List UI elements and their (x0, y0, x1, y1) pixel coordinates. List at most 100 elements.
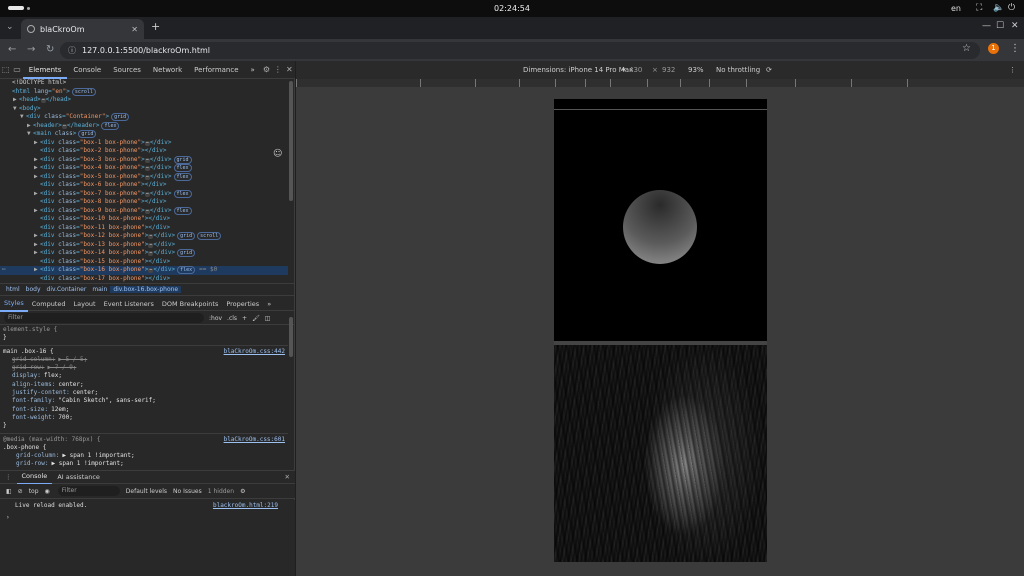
dom-node[interactable]: ▶ <div class="box-3 box-phone">⋯</div> gri… (0, 155, 288, 165)
tab-computed[interactable]: Computed (28, 297, 70, 311)
css-declaration[interactable]: justify-content: center; (0, 389, 288, 397)
drawer-tab-console[interactable]: Console (16, 469, 53, 485)
rule-source-link[interactable]: blaCkroOm.css:601 (224, 436, 285, 444)
close-drawer-icon[interactable]: ✕ (280, 470, 295, 484)
tab-elements[interactable]: Elements (22, 61, 68, 79)
layout-badge[interactable]: grid (177, 249, 196, 257)
css-declaration[interactable]: font-family: "Cabin Sketch", sans-serif; (0, 397, 288, 405)
hov-toggle[interactable]: :hov (209, 315, 222, 322)
dom-node[interactable]: ▶ <div class="box-4 box-phone">⋯</div> fle… (0, 164, 288, 173)
css-property[interactable]: grid-row: (16, 460, 49, 467)
dom-node[interactable]: ▶ <div class="box-13 box-phone">⋯</div> (0, 241, 288, 250)
css-declaration[interactable]: grid-row: ▶ span 1 !important; (0, 460, 288, 468)
reload-icon[interactable]: ↻ (46, 44, 54, 55)
url-text[interactable]: 127.0.0.1:5500/blackroOm.html (82, 46, 210, 55)
inspect-element-icon[interactable]: ⬚ (0, 65, 11, 74)
bookmark-star-icon[interactable]: ☆ (962, 43, 971, 54)
element-style-rule[interactable]: element.style { (0, 326, 288, 334)
sidebar-toggle-icon[interactable]: ◫ (265, 315, 271, 322)
dom-node[interactable]: ▶ <header>⋯</header> flex (0, 121, 288, 131)
accessibility-icon[interactable]: ☺ (273, 149, 282, 159)
tab-styles[interactable]: Styles (0, 296, 28, 312)
settings-gear-icon[interactable]: ⚙ (261, 65, 272, 74)
dom-node[interactable]: <!DOCTYPE html> (0, 79, 288, 88)
dom-scrollbar[interactable] (289, 81, 293, 201)
new-tab-button[interactable]: + (151, 20, 160, 33)
css-declaration[interactable]: grid-column: ▶ span 1 !important; (0, 452, 288, 460)
system-clock[interactable]: 02:24:54 (0, 4, 1024, 13)
dom-node[interactable]: ▼ <div class="Container"> grid (0, 113, 288, 122)
css-value[interactable]: center; (73, 389, 98, 396)
sidebar-icon[interactable]: ◧ (6, 488, 12, 495)
dom-tree[interactable]: <!DOCTYPE html> <html lang="en"> scroll ▶ <h… (0, 79, 288, 283)
tab-dom-breakpoints[interactable]: DOM Breakpoints (158, 297, 223, 311)
css-declaration[interactable]: grid-column: ▶ 5 / 5; (0, 356, 288, 364)
console-filter-input[interactable]: Filter (57, 486, 120, 496)
dom-node[interactable]: ▶ <div class="box-12 box-phone">⋯</div> gr… (0, 232, 288, 241)
css-value[interactable]: ▶ 5 / 5; (58, 356, 87, 363)
rotate-icon[interactable]: ⟳ (766, 66, 772, 74)
dom-node-selected[interactable]: ⋯ ▶ <div class="box-16 box-phone">⋯</div> f… (0, 266, 288, 275)
volume-icon[interactable]: 🔈 (993, 3, 1004, 13)
layout-badge[interactable]: grid (78, 130, 97, 138)
node-actions-icon[interactable]: ⋯ (2, 266, 6, 275)
layout-badge[interactable]: flex (173, 172, 192, 181)
css-value[interactable]: 700; (58, 414, 72, 421)
power-icon[interactable]: ⏻ (1008, 3, 1015, 13)
layout-badge[interactable]: flex (173, 164, 192, 172)
layout-badge[interactable]: flex (173, 189, 192, 198)
dom-node[interactable]: ▶ <div class="box-9 box-phone">⋯</div> fle… (0, 206, 288, 216)
crumb-main[interactable]: main (89, 286, 110, 293)
width-input[interactable]: 430 (629, 66, 642, 74)
tab-sources[interactable]: Sources (107, 61, 147, 79)
height-input[interactable]: 932 (662, 66, 675, 74)
dom-node[interactable]: ▶ <div class="box-5 box-phone">⋯</div> fle… (0, 172, 288, 182)
language-indicator[interactable]: en (951, 4, 961, 13)
address-bar[interactable]: ⓘ 127.0.0.1:5500/blackroOm.html (60, 42, 980, 59)
css-property[interactable]: font-family: (12, 397, 55, 404)
minimize-icon[interactable]: — (982, 21, 991, 31)
css-declaration[interactable]: display: flex; (0, 372, 288, 380)
tab-console[interactable]: Console (67, 61, 107, 79)
layout-badge[interactable]: grid (111, 113, 130, 121)
zoom-dropdown[interactable]: 93% (688, 66, 704, 74)
layout-badge[interactable]: flex (101, 121, 120, 130)
dom-node[interactable]: ▼ <body> (0, 105, 288, 114)
browser-tab[interactable]: blaCkroOm ✕ (21, 19, 144, 39)
dom-node[interactable]: ▶ <div class="box-7 box-phone">⋯</div> fle… (0, 189, 288, 199)
device-dropdown[interactable]: Dimensions: iPhone 14 Pro Max (523, 66, 633, 74)
tab-search-icon[interactable]: ⌄ (6, 22, 14, 32)
layout-badge[interactable]: scroll (197, 232, 222, 240)
styles-filter-input[interactable]: Filter (4, 313, 204, 323)
dom-node[interactable]: ▶ <div class="box-14 box-phone">⋯</div> gr… (0, 249, 288, 258)
throttling-dropdown[interactable]: No throttling (716, 66, 760, 74)
tab-event-listeners[interactable]: Event Listeners (100, 297, 158, 311)
rule-source-link[interactable]: blaCkroOm.css:442 (224, 348, 285, 356)
devtools-menu-icon[interactable]: ⋮ (272, 65, 283, 74)
dom-node[interactable]: <div class="box-6 box-phone"></div> (0, 181, 288, 190)
device-menu-icon[interactable]: ⋮ (1009, 66, 1016, 74)
site-info-icon[interactable]: ⓘ (68, 45, 76, 56)
dom-node[interactable]: ▶ <head>⋯</head> (0, 96, 288, 105)
dom-node[interactable]: <div class="box-2 box-phone"></div> (0, 147, 288, 156)
css-value[interactable]: ▶ span 1 !important; (52, 460, 124, 467)
css-value[interactable]: flex; (44, 372, 62, 379)
crumb-box-16[interactable]: div.box-16.box-phone (110, 286, 182, 293)
dom-node[interactable]: ▼ <main class> grid (0, 130, 288, 139)
css-value[interactable]: ▶ span 1 !important; (62, 452, 134, 459)
back-icon[interactable]: ← (8, 44, 16, 55)
drawer-tab-ai[interactable]: AI assistance (52, 470, 105, 484)
issues-badge[interactable]: No Issues (173, 488, 202, 495)
close-tab-icon[interactable]: ✕ (131, 25, 138, 34)
css-property[interactable]: font-size: (12, 406, 48, 413)
dom-node[interactable]: <div class="box-8 box-phone"></div> (0, 198, 288, 207)
dom-node[interactable]: <div class="box-15 box-phone"></div> (0, 258, 288, 267)
eye-icon[interactable]: ◉ (45, 488, 50, 495)
styles-scrollbar[interactable] (289, 317, 293, 357)
css-declaration[interactable]: font-weight: 700; (0, 414, 288, 422)
layout-badge[interactable]: scroll (71, 87, 96, 96)
css-property[interactable]: display: (12, 372, 41, 379)
dom-node[interactable]: <div class="box-17 box-phone"></div> (0, 275, 288, 284)
media-query-ruler[interactable] (296, 79, 1024, 87)
crumb-html[interactable]: html (3, 286, 23, 293)
